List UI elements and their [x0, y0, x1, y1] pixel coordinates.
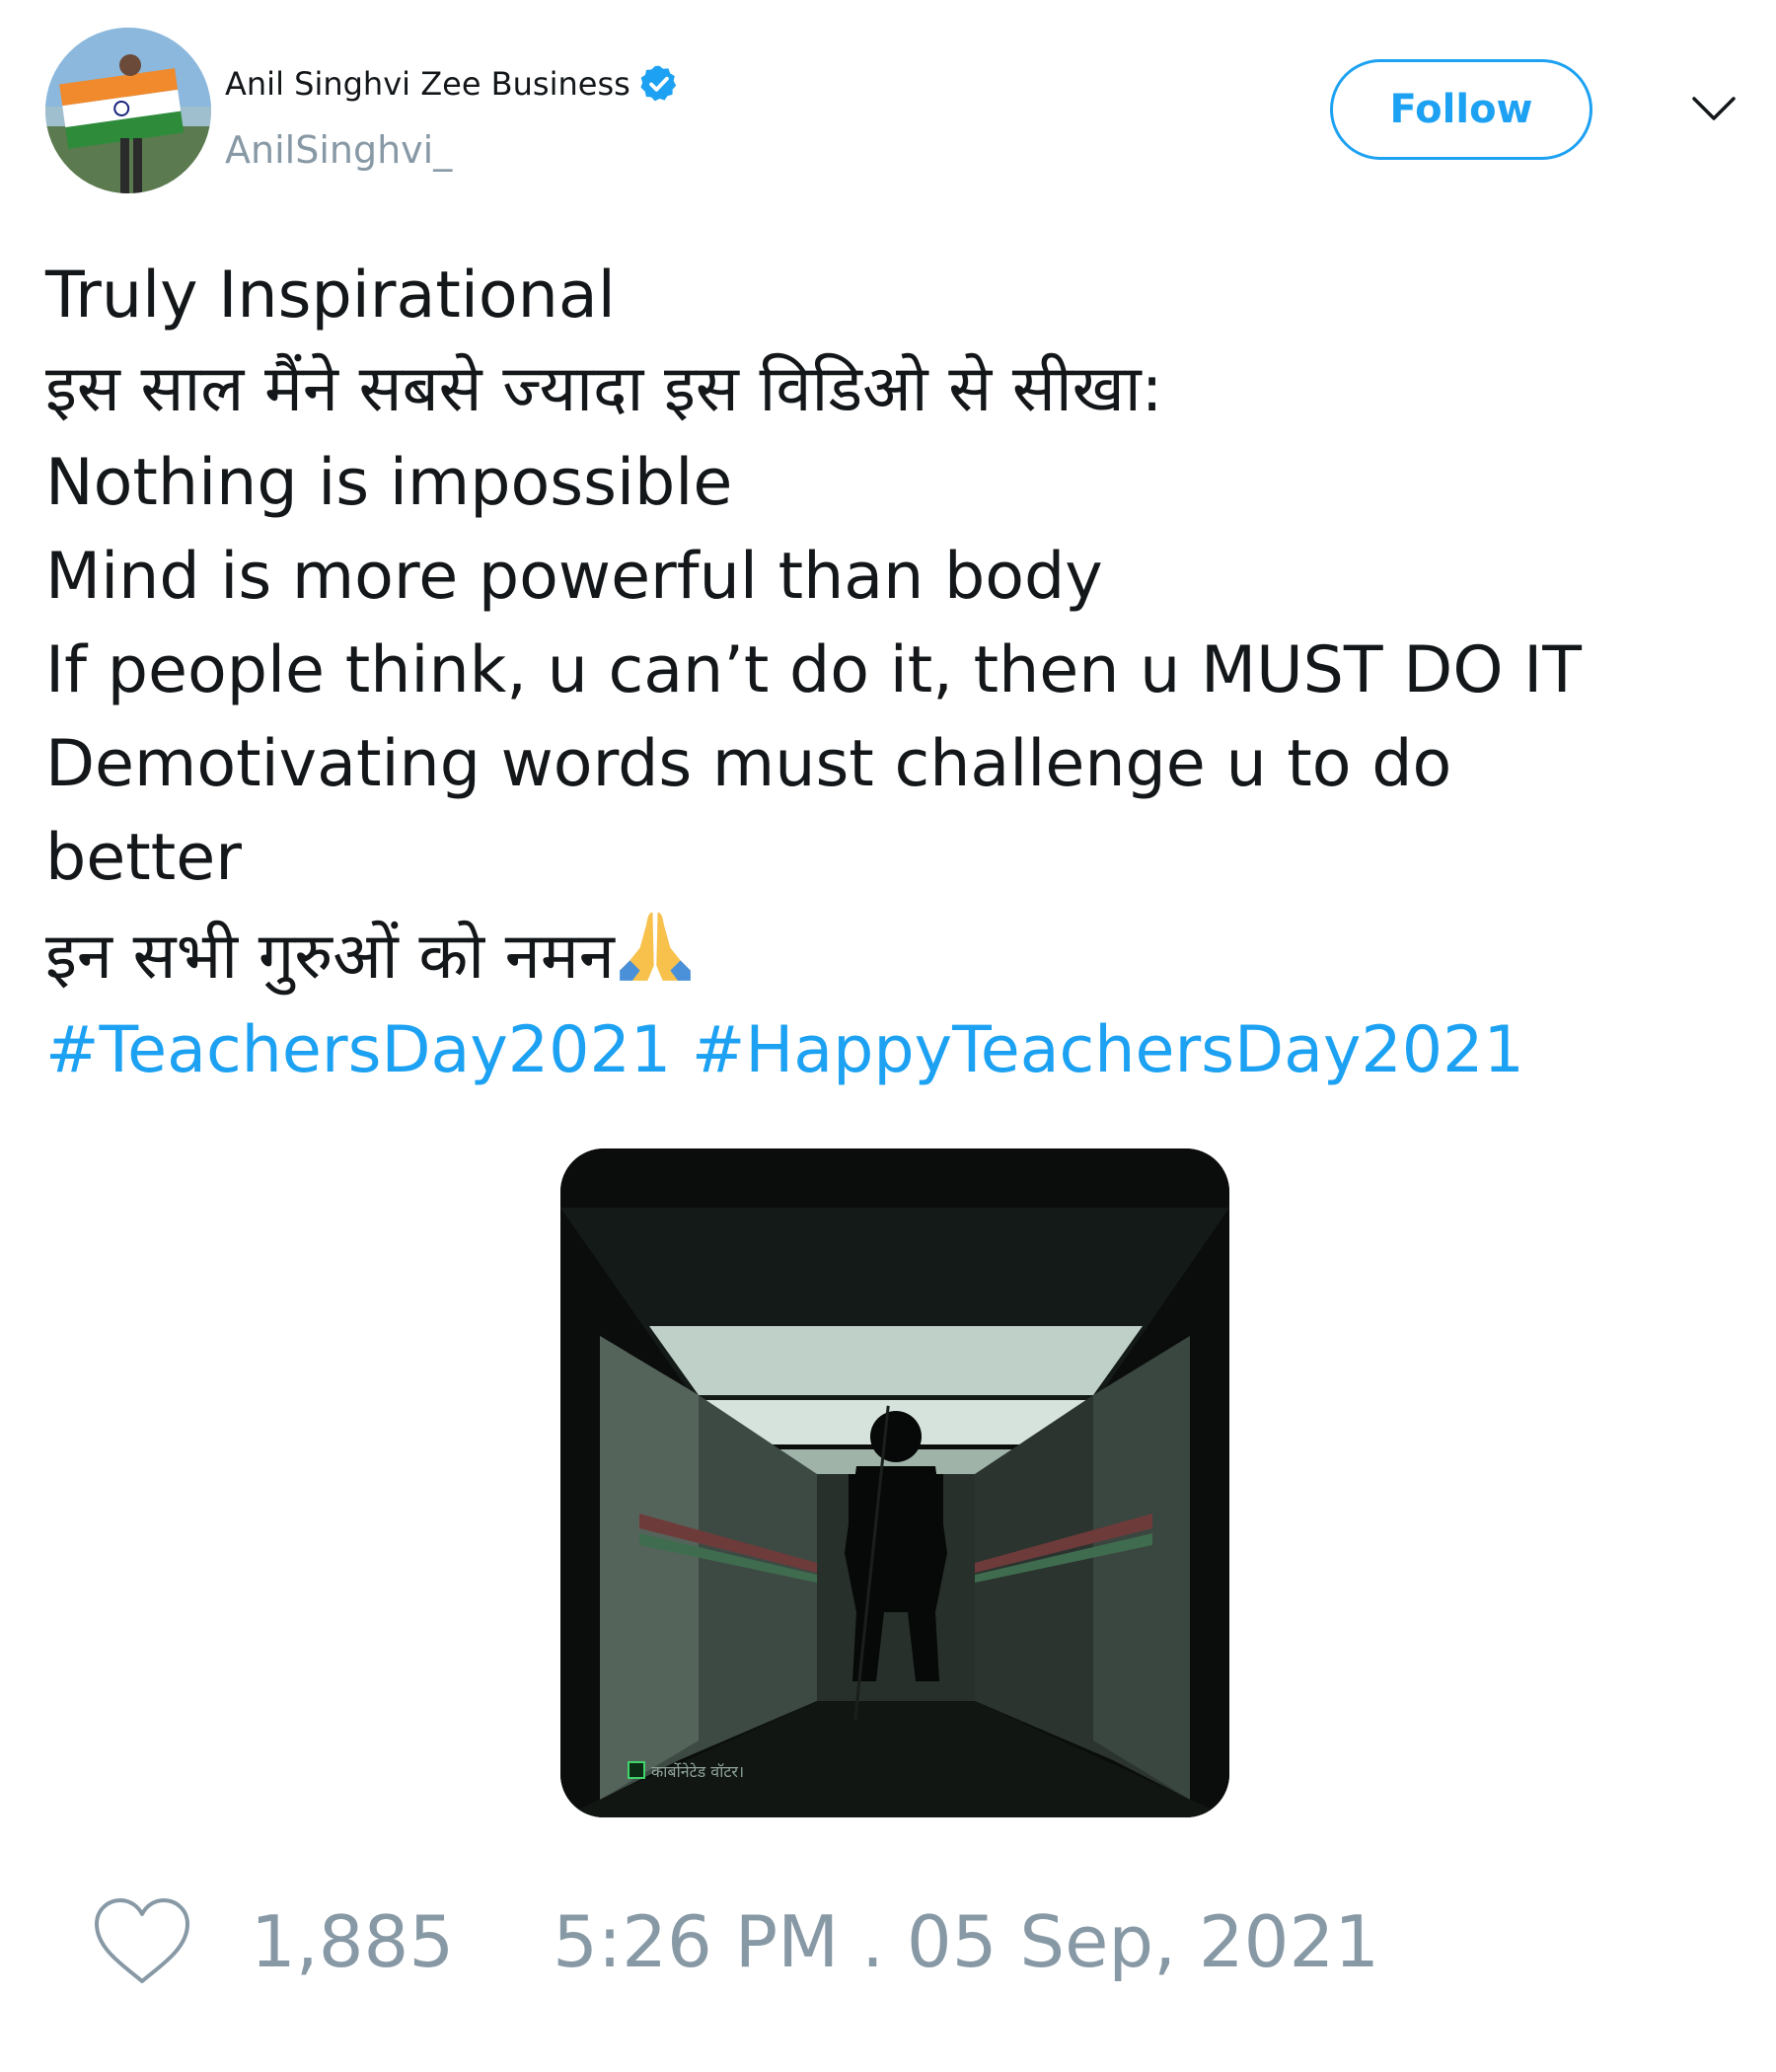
- avatar-photo: [45, 28, 211, 193]
- verified-badge-icon: [640, 65, 676, 102]
- hashtag-line: #TeachersDay2021 #HappyTeachersDay2021: [45, 1003, 1742, 1097]
- tweet-line: Mind is more powerful than body: [45, 540, 1103, 614]
- tweet-line: Demotivating words must challenge u to d…: [45, 727, 1452, 895]
- chevron-down-icon[interactable]: [1689, 89, 1739, 128]
- like-count: 1,885: [251, 1900, 455, 1983]
- heart-icon[interactable]: [89, 1894, 195, 1989]
- hashtag-link[interactable]: #TeachersDay2021: [45, 1013, 671, 1087]
- tweet-line: If people think, u can’t do it, then u M…: [45, 633, 1583, 707]
- avatar[interactable]: [45, 28, 211, 193]
- tweet-line: इस साल मैंने सबसे ज्यादा इस विडिओ से सीख…: [45, 352, 1163, 426]
- video-caption-text: कार्बोनेटेड वॉटर।: [651, 1762, 745, 1781]
- tweet-timestamp[interactable]: 5:26 PM . 05 Sep, 2021: [553, 1900, 1379, 1983]
- tweet-line: Nothing is impossible: [45, 446, 733, 520]
- hashtag-link[interactable]: #HappyTeachersDay2021: [692, 1013, 1524, 1087]
- video-thumbnail[interactable]: कार्बोनेटेड वॉटर।: [560, 1148, 1229, 1817]
- display-name-text[interactable]: Anil Singhvi Zee Business: [225, 65, 630, 103]
- folded-hands-icon: [619, 912, 691, 981]
- user-handle[interactable]: AnilSinghvi_: [225, 128, 452, 172]
- video-frame-image: [560, 1148, 1229, 1817]
- tweet-line: इन सभी गुरुओं को नमन: [45, 920, 615, 994]
- tweet-line: Truly Inspirational: [45, 259, 616, 333]
- caption-box-icon: [628, 1761, 645, 1779]
- display-name[interactable]: Anil Singhvi Zee Business: [225, 63, 680, 105]
- tweet-line-with-emoji: इन सभी गुरुओं को नमन: [45, 905, 1742, 1003]
- follow-button[interactable]: Follow: [1330, 59, 1592, 160]
- video-caption: कार्बोनेटेड वॉटर।: [628, 1760, 744, 1782]
- tweet-footer: 1,885 5:26 PM . 05 Sep, 2021: [89, 1892, 1379, 1991]
- tweet-text: Truly Inspirational इस साल मैंने सबसे ज्…: [45, 249, 1742, 1097]
